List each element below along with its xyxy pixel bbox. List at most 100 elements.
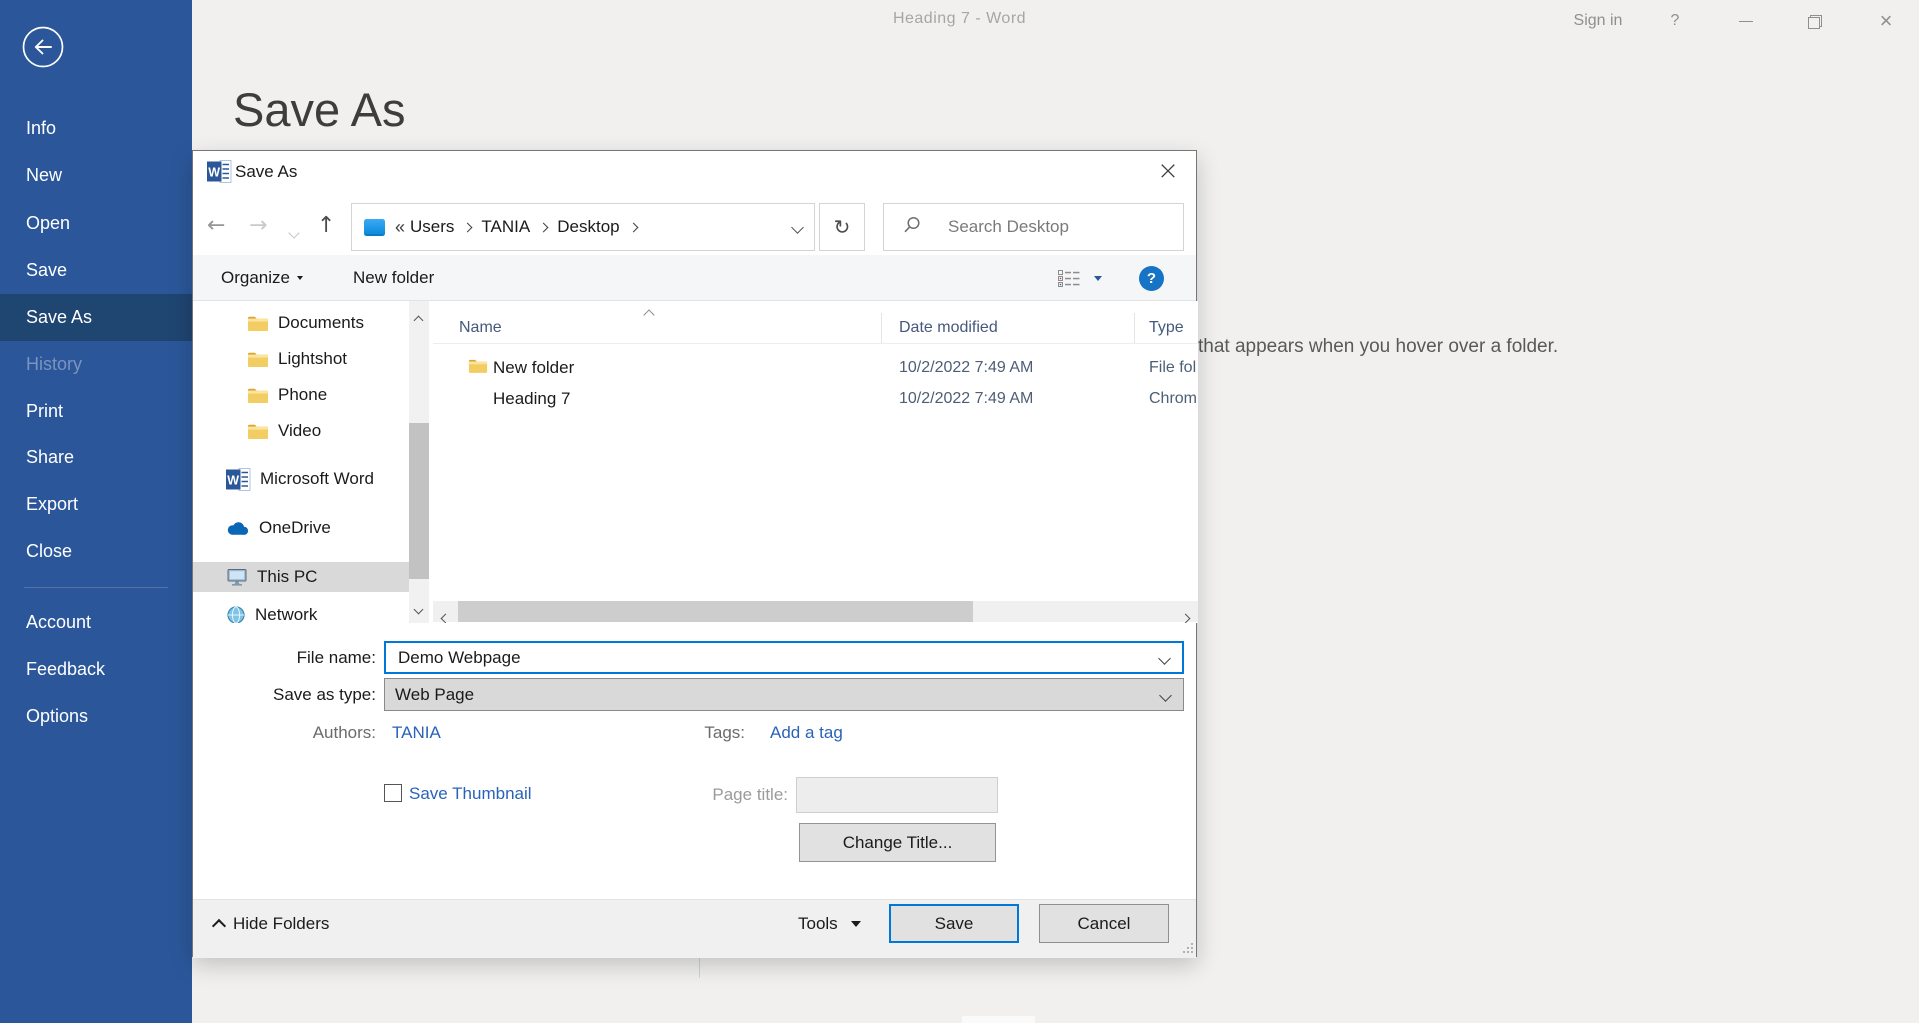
horizontal-scrollbar-thumb[interactable] [458, 601, 973, 622]
save-thumbnail-checkbox[interactable] [384, 784, 402, 802]
nav-item-documents[interactable]: Documents [193, 308, 409, 338]
background-divider [699, 958, 700, 978]
nav-item-lightshot[interactable]: Lightshot [193, 344, 409, 374]
chevron-down-icon[interactable] [1158, 648, 1171, 668]
nav-item-network[interactable]: Network [193, 600, 409, 623]
address-dropdown-icon[interactable] [791, 217, 804, 237]
nav-item-phone[interactable]: Phone [193, 380, 409, 410]
address-bar[interactable]: « Users TANIA Desktop [351, 203, 815, 251]
breadcrumb-overflow-icon[interactable]: « [395, 217, 405, 238]
minimize-glyph [1739, 20, 1753, 22]
horizontal-scrollbar[interactable] [433, 601, 1198, 623]
refresh-icon[interactable]: ↻ [819, 203, 865, 251]
column-header-date-modified[interactable]: Date modified [899, 313, 998, 343]
sidebar-item-feedback[interactable]: Feedback [0, 646, 192, 693]
back-button[interactable] [21, 25, 65, 69]
sidebar-item-print[interactable]: Print [0, 388, 192, 435]
save-as-type-combobox[interactable]: Web Page [384, 678, 1184, 711]
chevron-down-icon [850, 921, 861, 927]
restore-icon[interactable] [1796, 0, 1836, 42]
save-button[interactable]: Save [889, 904, 1019, 943]
nav-item-this-pc[interactable]: This PC [193, 562, 409, 592]
file-date: 10/2/2022 7:49 AM [899, 359, 1034, 376]
sidebar-item-share[interactable]: Share [0, 434, 192, 481]
sidebar-item-open[interactable]: Open [0, 200, 192, 247]
organize-button[interactable]: Organize [221, 255, 303, 301]
window-close-icon[interactable]: × [1863, 0, 1909, 42]
nav-scrollbar-thumb[interactable] [409, 423, 429, 579]
help-icon[interactable]: ? [1139, 266, 1164, 291]
sidebar-item-info[interactable]: Info [0, 105, 192, 152]
minimize-icon[interactable] [1726, 0, 1766, 42]
file-type: File fol [1149, 359, 1197, 376]
scroll-right-icon[interactable] [1180, 607, 1191, 623]
file-name-combobox[interactable] [384, 641, 1184, 674]
scroll-left-icon[interactable] [440, 607, 451, 623]
column-separator[interactable] [1134, 313, 1135, 343]
authors-label: Authors: [312, 723, 376, 742]
page-title-field[interactable] [796, 777, 998, 813]
resize-grip[interactable] [1183, 943, 1193, 953]
header-underline [433, 343, 1198, 344]
sidebar-item-options[interactable]: Options [0, 693, 192, 740]
sidebar-item-export[interactable]: Export [0, 481, 192, 528]
file-name-input[interactable] [396, 646, 1140, 669]
folder-icon [468, 358, 488, 379]
change-title-button[interactable]: Change Title... [799, 823, 996, 862]
file-date: 10/2/2022 7:49 AM [899, 390, 1034, 407]
sidebar-item-close[interactable]: Close [0, 528, 192, 575]
column-separator[interactable] [881, 313, 882, 343]
sort-ascending-icon[interactable] [643, 304, 655, 324]
hide-folders-label: Hide Folders [233, 914, 330, 933]
nav-item-onedrive[interactable]: OneDrive [193, 513, 409, 543]
folder-nav-panel: Documents Lightshot Phone Video W Micros… [193, 301, 429, 623]
breadcrumb-separator-icon[interactable] [538, 222, 549, 232]
sign-in-button[interactable]: Sign in [1563, 0, 1633, 42]
breadcrumb-users[interactable]: Users [410, 217, 454, 237]
folder-icon [248, 352, 268, 367]
scroll-down-icon[interactable] [413, 598, 424, 618]
chevron-down-icon [296, 276, 303, 280]
add-a-tag-link[interactable]: Add a tag [770, 723, 843, 743]
nav-back-icon[interactable]: ← [207, 211, 225, 241]
authors-value[interactable]: TANIA [392, 723, 441, 743]
cancel-button[interactable]: Cancel [1039, 904, 1169, 943]
scroll-up-icon[interactable] [413, 309, 424, 329]
file-name-label: File name: [296, 648, 376, 667]
column-header-type[interactable]: Type [1149, 313, 1184, 343]
nav-scrollbar[interactable] [409, 301, 429, 623]
hide-folders-button[interactable]: Hide Folders [211, 899, 330, 949]
word-icon: W [226, 467, 251, 491]
sidebar-item-new[interactable]: New [0, 152, 192, 199]
nav-item-microsoft-word[interactable]: W Microsoft Word [193, 464, 409, 494]
word-backstage-screen: Heading 7 - Word Sign in ? × Info New Op… [0, 0, 1919, 1023]
view-mode-button[interactable] [1057, 255, 1102, 301]
recent-locations-icon[interactable] [288, 222, 300, 242]
sidebar-item-save[interactable]: Save [0, 247, 192, 294]
nav-item-video[interactable]: Video [193, 416, 409, 446]
breadcrumb-tania[interactable]: TANIA [481, 217, 530, 237]
save-thumbnail-label[interactable]: Save Thumbnail [409, 784, 532, 804]
nav-up-icon[interactable]: ↑ [317, 211, 335, 241]
chevron-down-icon[interactable] [1159, 685, 1172, 705]
chevron-up-icon [211, 918, 227, 934]
new-folder-button[interactable]: New folder [353, 255, 434, 301]
breadcrumb-separator-icon[interactable] [628, 222, 639, 232]
nav-item-label: This PC [257, 567, 318, 586]
ribbon-help-icon[interactable]: ? [1655, 0, 1695, 42]
dialog-close-icon[interactable]: × [1143, 151, 1193, 191]
sidebar-item-account[interactable]: Account [0, 599, 192, 646]
sidebar-divider [24, 587, 168, 588]
page-title-label: Page title: [712, 785, 788, 804]
breadcrumb-desktop[interactable]: Desktop [557, 217, 619, 237]
search-box[interactable] [883, 203, 1184, 251]
nav-item-label: Lightshot [278, 349, 347, 368]
breadcrumb-separator-icon[interactable] [462, 222, 473, 232]
nav-item-label: Microsoft Word [260, 469, 374, 488]
column-header-name[interactable]: Name [459, 313, 502, 343]
tools-button[interactable]: Tools [798, 899, 861, 949]
search-input[interactable] [946, 216, 1170, 238]
sidebar-item-save-as[interactable]: Save As [0, 294, 192, 341]
onedrive-icon [227, 521, 249, 535]
dialog-title: Save As [235, 162, 298, 181]
